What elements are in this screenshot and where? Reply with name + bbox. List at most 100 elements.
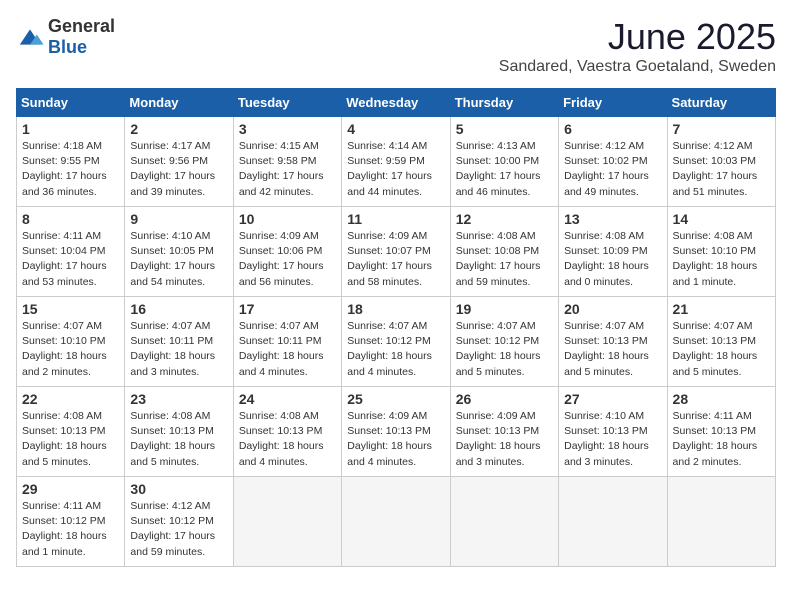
day-number: 23 — [130, 391, 227, 407]
logo-icon — [16, 26, 44, 48]
calendar-cell: 4 Sunrise: 4:14 AMSunset: 9:59 PMDaylight… — [342, 117, 450, 207]
week-row-1: 1 Sunrise: 4:18 AMSunset: 9:55 PMDaylight… — [17, 117, 776, 207]
day-detail: Sunrise: 4:18 AMSunset: 9:55 PMDaylight:… — [22, 139, 119, 200]
day-number: 25 — [347, 391, 444, 407]
day-number: 8 — [22, 211, 119, 227]
day-number: 3 — [239, 121, 336, 137]
weekday-header-thursday: Thursday — [450, 89, 558, 117]
calendar-cell: 14 Sunrise: 4:08 AMSunset: 10:10 PMDaylig… — [667, 207, 775, 297]
calendar-cell: 20 Sunrise: 4:07 AMSunset: 10:13 PMDaylig… — [559, 297, 667, 387]
weekday-header-wednesday: Wednesday — [342, 89, 450, 117]
day-number: 27 — [564, 391, 661, 407]
calendar-cell: 8 Sunrise: 4:11 AMSunset: 10:04 PMDayligh… — [17, 207, 125, 297]
calendar-cell: 7Sunrise: 4:12 AMSunset: 10:03 PMDayligh… — [667, 117, 775, 207]
day-detail: Sunrise: 4:08 AMSunset: 10:13 PMDaylight… — [130, 409, 227, 470]
calendar-cell: 27Sunrise: 4:10 AMSunset: 10:13 PMDaylig… — [559, 387, 667, 477]
day-number: 20 — [564, 301, 661, 317]
weekday-header-row: SundayMondayTuesdayWednesdayThursdayFrid… — [17, 89, 776, 117]
day-detail: Sunrise: 4:08 AMSunset: 10:09 PMDaylight… — [564, 229, 661, 290]
calendar-cell: 6 Sunrise: 4:12 AMSunset: 10:02 PMDayligh… — [559, 117, 667, 207]
calendar-cell — [450, 477, 558, 567]
calendar-cell: 22 Sunrise: 4:08 AMSunset: 10:13 PMDaylig… — [17, 387, 125, 477]
day-detail: Sunrise: 4:08 AMSunset: 10:10 PMDaylight… — [673, 229, 770, 290]
month-title: June 2025 — [499, 16, 776, 58]
week-row-2: 8 Sunrise: 4:11 AMSunset: 10:04 PMDayligh… — [17, 207, 776, 297]
day-detail: Sunrise: 4:07 AMSunset: 10:11 PMDaylight… — [130, 319, 227, 380]
calendar-cell: 21Sunrise: 4:07 AMSunset: 10:13 PMDaylig… — [667, 297, 775, 387]
day-detail: Sunrise: 4:07 AMSunset: 10:13 PMDaylight… — [564, 319, 661, 380]
calendar-cell: 23 Sunrise: 4:08 AMSunset: 10:13 PMDaylig… — [125, 387, 233, 477]
logo-general: General — [48, 16, 115, 36]
weekday-header-sunday: Sunday — [17, 89, 125, 117]
day-number: 5 — [456, 121, 553, 137]
calendar-cell: 11 Sunrise: 4:09 AMSunset: 10:07 PMDaylig… — [342, 207, 450, 297]
calendar-cell: 19Sunrise: 4:07 AMSunset: 10:12 PMDaylig… — [450, 297, 558, 387]
day-number: 17 — [239, 301, 336, 317]
day-detail: Sunrise: 4:08 AMSunset: 10:13 PMDaylight… — [239, 409, 336, 470]
calendar-cell: 15 Sunrise: 4:07 AMSunset: 10:10 PMDaylig… — [17, 297, 125, 387]
day-number: 1 — [22, 121, 119, 137]
calendar-cell: 26Sunrise: 4:09 AMSunset: 10:13 PMDaylig… — [450, 387, 558, 477]
day-detail: Sunrise: 4:14 AMSunset: 9:59 PMDaylight:… — [347, 139, 444, 200]
day-number: 11 — [347, 211, 444, 227]
day-number: 18 — [347, 301, 444, 317]
day-detail: Sunrise: 4:12 AMSunset: 10:12 PMDaylight… — [130, 499, 227, 560]
day-number: 14 — [673, 211, 770, 227]
day-number: 12 — [456, 211, 553, 227]
calendar-cell: 30Sunrise: 4:12 AMSunset: 10:12 PMDaylig… — [125, 477, 233, 567]
title-area: June 2025 Sandared, Vaestra Goetaland, S… — [499, 16, 776, 76]
day-number: 7 — [673, 121, 770, 137]
day-detail: Sunrise: 4:08 AMSunset: 10:08 PMDaylight… — [456, 229, 553, 290]
day-number: 28 — [673, 391, 770, 407]
day-detail: Sunrise: 4:15 AMSunset: 9:58 PMDaylight:… — [239, 139, 336, 200]
day-detail: Sunrise: 4:09 AMSunset: 10:07 PMDaylight… — [347, 229, 444, 290]
day-detail: Sunrise: 4:11 AMSunset: 10:12 PMDaylight… — [22, 499, 119, 560]
location-title: Sandared, Vaestra Goetaland, Sweden — [499, 58, 776, 76]
logo: General Blue — [16, 16, 115, 58]
day-number: 10 — [239, 211, 336, 227]
day-number: 19 — [456, 301, 553, 317]
day-detail: Sunrise: 4:10 AMSunset: 10:05 PMDaylight… — [130, 229, 227, 290]
day-detail: Sunrise: 4:07 AMSunset: 10:11 PMDaylight… — [239, 319, 336, 380]
day-number: 16 — [130, 301, 227, 317]
day-detail: Sunrise: 4:08 AMSunset: 10:13 PMDaylight… — [22, 409, 119, 470]
week-row-4: 22 Sunrise: 4:08 AMSunset: 10:13 PMDaylig… — [17, 387, 776, 477]
day-detail: Sunrise: 4:17 AMSunset: 9:56 PMDaylight:… — [130, 139, 227, 200]
day-detail: Sunrise: 4:12 AMSunset: 10:02 PMDaylight… — [564, 139, 661, 200]
day-number: 22 — [22, 391, 119, 407]
weekday-header-monday: Monday — [125, 89, 233, 117]
day-detail: Sunrise: 4:09 AMSunset: 10:13 PMDaylight… — [347, 409, 444, 470]
calendar-cell — [342, 477, 450, 567]
calendar-table: SundayMondayTuesdayWednesdayThursdayFrid… — [16, 88, 776, 567]
day-detail: Sunrise: 4:11 AMSunset: 10:04 PMDaylight… — [22, 229, 119, 290]
calendar-cell: 28 Sunrise: 4:11 AMSunset: 10:13 PMDaylig… — [667, 387, 775, 477]
day-number: 4 — [347, 121, 444, 137]
calendar-cell — [233, 477, 341, 567]
day-detail: Sunrise: 4:07 AMSunset: 10:10 PMDaylight… — [22, 319, 119, 380]
day-number: 24 — [239, 391, 336, 407]
week-row-5: 29 Sunrise: 4:11 AMSunset: 10:12 PMDaylig… — [17, 477, 776, 567]
calendar-cell: 18Sunrise: 4:07 AMSunset: 10:12 PMDaylig… — [342, 297, 450, 387]
calendar-cell: 9 Sunrise: 4:10 AMSunset: 10:05 PMDayligh… — [125, 207, 233, 297]
day-number: 13 — [564, 211, 661, 227]
calendar-cell — [667, 477, 775, 567]
calendar-cell — [559, 477, 667, 567]
calendar-cell: 10 Sunrise: 4:09 AMSunset: 10:06 PMDaylig… — [233, 207, 341, 297]
weekday-header-saturday: Saturday — [667, 89, 775, 117]
weekday-header-friday: Friday — [559, 89, 667, 117]
day-number: 9 — [130, 211, 227, 227]
day-detail: Sunrise: 4:07 AMSunset: 10:13 PMDaylight… — [673, 319, 770, 380]
calendar-cell: 12 Sunrise: 4:08 AMSunset: 10:08 PMDaylig… — [450, 207, 558, 297]
calendar-cell: 3 Sunrise: 4:15 AMSunset: 9:58 PMDaylight… — [233, 117, 341, 207]
calendar-cell: 1 Sunrise: 4:18 AMSunset: 9:55 PMDaylight… — [17, 117, 125, 207]
day-detail: Sunrise: 4:11 AMSunset: 10:13 PMDaylight… — [673, 409, 770, 470]
day-number: 29 — [22, 481, 119, 497]
day-detail: Sunrise: 4:09 AMSunset: 10:06 PMDaylight… — [239, 229, 336, 290]
day-number: 15 — [22, 301, 119, 317]
day-number: 6 — [564, 121, 661, 137]
calendar-cell: 25 Sunrise: 4:09 AMSunset: 10:13 PMDaylig… — [342, 387, 450, 477]
calendar-cell: 5Sunrise: 4:13 AMSunset: 10:00 PMDayligh… — [450, 117, 558, 207]
calendar-cell: 2Sunrise: 4:17 AMSunset: 9:56 PMDaylight… — [125, 117, 233, 207]
weekday-header-tuesday: Tuesday — [233, 89, 341, 117]
calendar-cell: 13 Sunrise: 4:08 AMSunset: 10:09 PMDaylig… — [559, 207, 667, 297]
